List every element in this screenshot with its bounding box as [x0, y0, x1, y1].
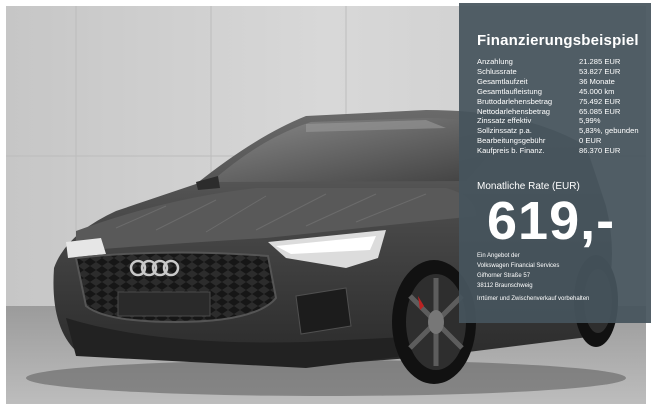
spec-row: Bruttodarlehensbetrag 75.492 EUR — [477, 97, 649, 107]
spec-row: Nettodarlehensbetrag 65.085 EUR — [477, 107, 649, 117]
spec-row: Gesamtlaufleistung 45.000 km — [477, 87, 649, 97]
spec-label: Nettodarlehensbetrag — [477, 106, 551, 116]
spec-row: Zinssatz effektiv 5,99% — [477, 116, 649, 126]
spec-row: Schlussrate 53.827 EUR — [477, 67, 649, 77]
spec-row: Kaufpreis b. Finanz. 86.370 EUR — [477, 146, 649, 156]
spec-label: Gesamtlaufleistung — [477, 86, 543, 96]
offer-line: Volkswagen Financial Services — [477, 263, 560, 269]
spec-label: Kaufpreis b. Finanz. — [477, 146, 545, 156]
spec-label: Anzahlung — [477, 57, 513, 66]
financing-panel: Finanzierungsbeispiel Anzahlung 21.285 EU… — [459, 3, 651, 323]
offer-line: 38112 Braunschweig — [477, 283, 533, 289]
spec-value: 65.085 EUR — [579, 106, 621, 116]
financing-spec-list: Anzahlung 21.285 EUR Schlussrate 53.827 EU… — [477, 57, 649, 156]
offer-line: Ein Angebot der — [477, 253, 520, 259]
offer-line: Gifhorner Straße 57 — [477, 273, 531, 279]
spec-label: Bruttodarlehensbetrag — [477, 96, 553, 106]
spec-value: 21.285 EUR — [579, 57, 621, 66]
spec-label: Bearbeitungsgebühr — [477, 136, 546, 146]
offer-provider-block: Ein Angebot der Volkswagen Financial Ser… — [477, 251, 559, 291]
spec-value: 36 Monate — [579, 76, 615, 86]
spec-value: 45.000 km — [579, 86, 615, 96]
spec-value: 75.492 EUR — [579, 96, 621, 106]
spec-label: Schlussrate — [477, 66, 517, 76]
spec-row: Sollzinssatz p.a. 5,83%, gebunden — [477, 126, 649, 136]
panel-title: Finanzierungsbeispiel — [477, 32, 639, 49]
spec-value: 5,99% — [579, 116, 601, 126]
spec-label: Gesamtlaufzeit — [477, 76, 528, 86]
spec-value: 5,83%, gebunden — [579, 126, 639, 136]
spec-label: Zinssatz effektiv — [477, 116, 532, 126]
disclaimer-note: Irrtümer und Zwischenverkauf vorbehalten — [477, 296, 590, 302]
spec-value: 53.827 EUR — [579, 66, 621, 76]
spec-row: Bearbeitungsgebühr 0 EUR — [477, 136, 649, 146]
spec-label: Sollzinssatz p.a. — [477, 126, 532, 136]
monthly-rate-value: 619,- — [487, 191, 616, 251]
spec-row: Gesamtlaufzeit 36 Monate — [477, 77, 649, 87]
spec-row: Anzahlung 21.285 EUR — [477, 57, 649, 67]
spec-value: 0 EUR — [579, 136, 602, 146]
spec-value: 86.370 EUR — [579, 146, 621, 156]
